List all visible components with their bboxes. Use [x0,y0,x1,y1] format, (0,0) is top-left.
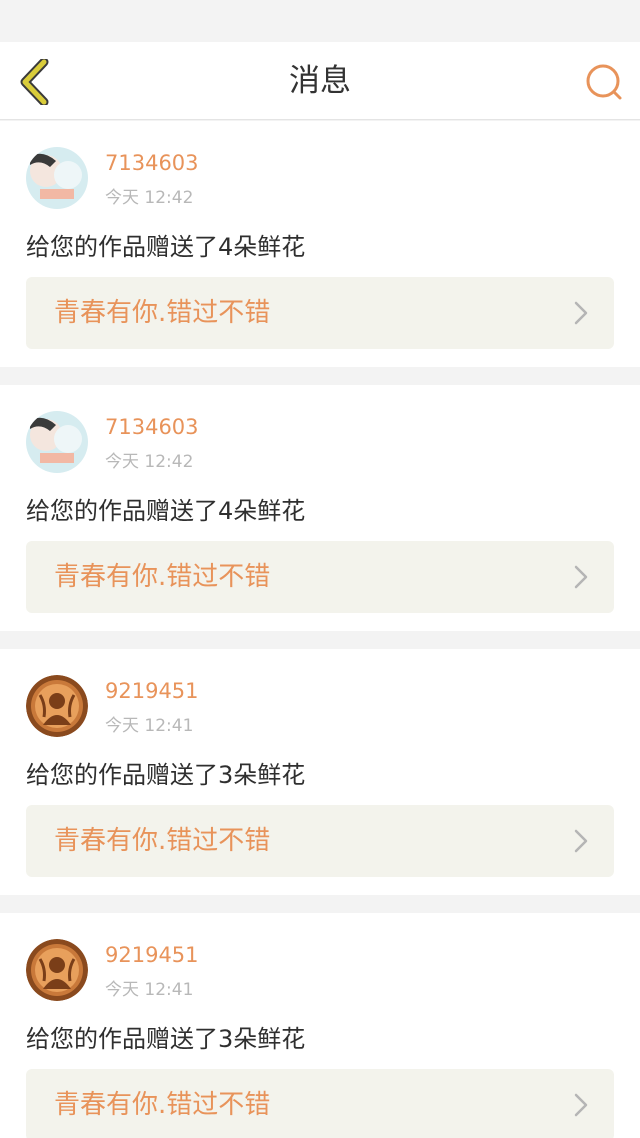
username[interactable]: 7134603 [105,151,199,175]
chevron-right-icon [574,829,588,853]
message-card: 9219451 今天 12:41 给您的作品赠送了3朵鲜花 青春有你.错过不错 [0,913,640,1138]
work-link[interactable]: 青春有你.错过不错 [26,277,614,349]
work-title: 青春有你.错过不错 [54,826,271,856]
search-icon [586,64,622,100]
username[interactable]: 7134603 [105,415,199,439]
message-list: 7134603 今天 12:42 给您的作品赠送了4朵鲜花 青春有你.错过不错 … [0,121,640,1138]
chevron-right-icon [574,301,588,325]
work-link[interactable]: 青春有你.错过不错 [26,805,614,877]
message-text: 给您的作品赠送了4朵鲜花 [26,497,306,525]
timestamp: 今天 12:41 [105,716,194,736]
username[interactable]: 9219451 [105,679,199,703]
timestamp: 今天 12:41 [105,980,194,1000]
work-title: 青春有你.错过不错 [54,298,271,328]
message-card: 9219451 今天 12:41 给您的作品赠送了3朵鲜花 青春有你.错过不错 [0,649,640,895]
message-card: 7134603 今天 12:42 给您的作品赠送了4朵鲜花 青春有你.错过不错 [0,121,640,367]
avatar[interactable] [26,939,88,1001]
avatar[interactable] [26,147,88,209]
page-title: 消息 [289,63,351,99]
message-text: 给您的作品赠送了3朵鲜花 [26,761,306,789]
chevron-right-icon [574,1093,588,1117]
message-text: 给您的作品赠送了3朵鲜花 [26,1025,306,1053]
chevron-right-icon [574,565,588,589]
work-link[interactable]: 青春有你.错过不错 [26,1069,614,1138]
message-card: 7134603 今天 12:42 给您的作品赠送了4朵鲜花 青春有你.错过不错 [0,385,640,631]
nav-bar: 消息 [0,42,640,120]
avatar[interactable] [26,411,88,473]
work-title: 青春有你.错过不错 [54,562,271,592]
timestamp: 今天 12:42 [105,188,194,208]
work-title: 青春有你.错过不错 [54,1090,271,1120]
avatar[interactable] [26,675,88,737]
message-text: 给您的作品赠送了4朵鲜花 [26,233,306,261]
work-link[interactable]: 青春有你.错过不错 [26,541,614,613]
timestamp: 今天 12:42 [105,452,194,472]
status-bar [0,0,640,42]
search-button[interactable] [582,60,626,104]
username[interactable]: 9219451 [105,943,199,967]
